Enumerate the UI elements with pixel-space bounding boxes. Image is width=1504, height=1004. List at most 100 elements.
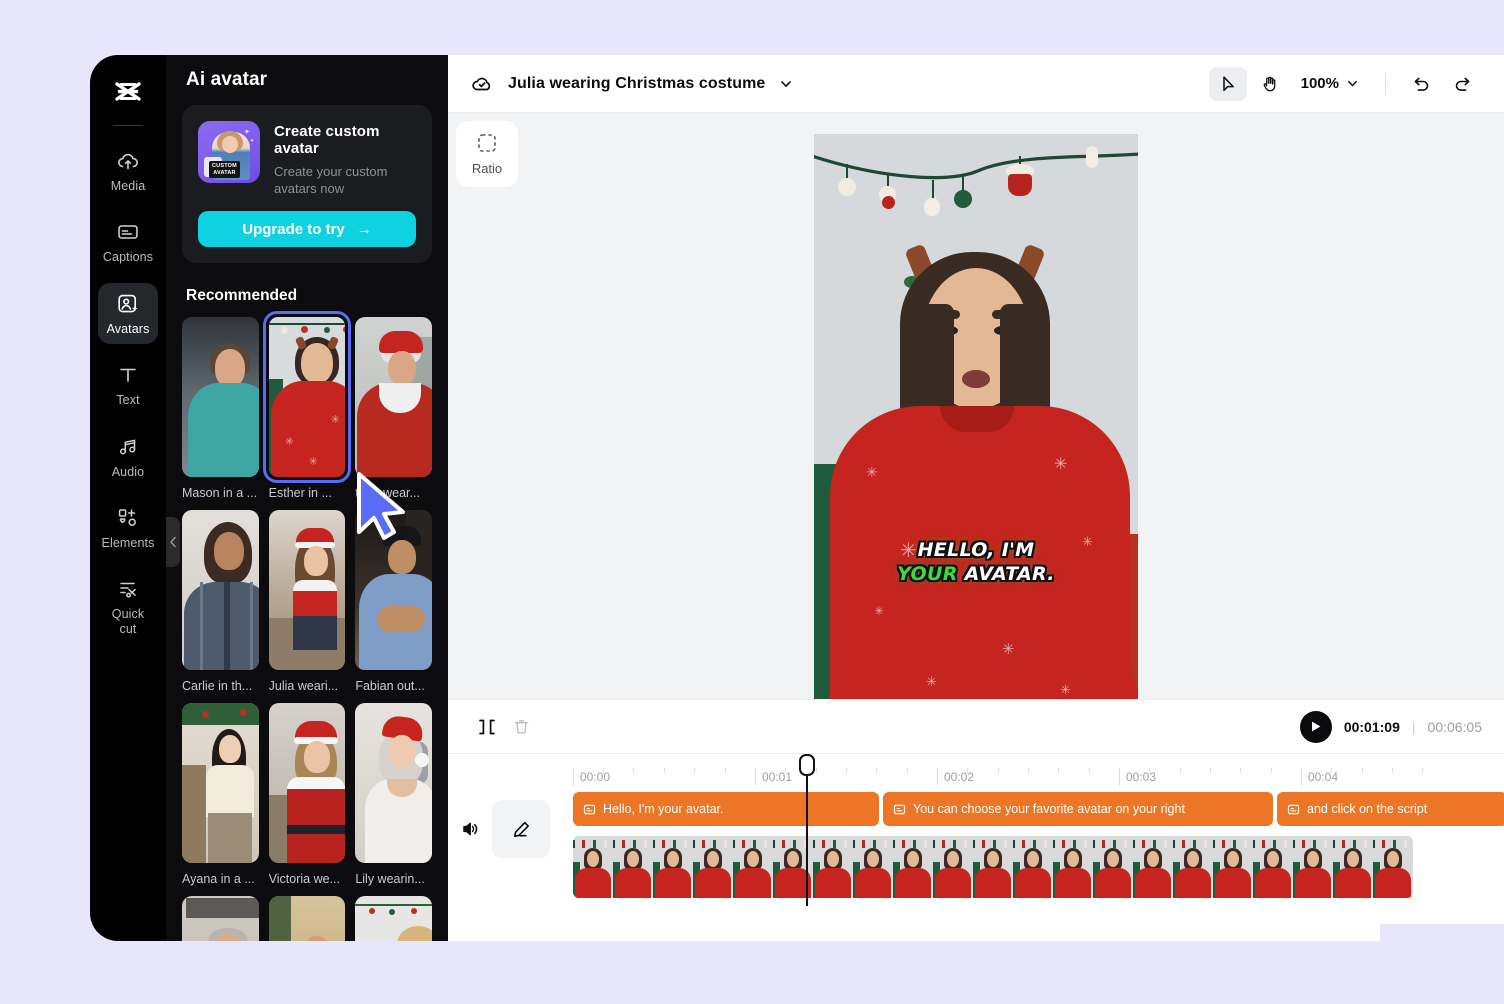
video-thumbnail-frame bbox=[1093, 836, 1133, 898]
avatar-card-fabian[interactable]: Fabian out... bbox=[355, 510, 432, 703]
crop-frame-icon bbox=[476, 132, 498, 154]
video-thumbnail-frame bbox=[1173, 836, 1213, 898]
hand-pan-tool-button[interactable] bbox=[1251, 67, 1289, 101]
video-thumbnail-frame bbox=[693, 836, 733, 898]
current-time: 00:01:09 bbox=[1344, 719, 1400, 735]
avatar-thumbnail bbox=[182, 703, 259, 863]
video-thumbnail-frame bbox=[1133, 836, 1173, 898]
video-thumbnail-frame bbox=[1053, 836, 1093, 898]
avatar-sparkle-icon bbox=[116, 292, 140, 316]
video-thumbnail-frame bbox=[653, 836, 693, 898]
avatar-grid: Mason in a ... bbox=[166, 317, 448, 941]
timeline-ruler[interactable]: 00:00 00:01 00:02 00:03 00:04 bbox=[573, 754, 1504, 792]
upgrade-button-label: Upgrade to try bbox=[242, 221, 345, 238]
toolbar-divider bbox=[1385, 73, 1386, 95]
play-icon bbox=[1310, 720, 1322, 733]
avatar-thumbnail bbox=[355, 510, 432, 670]
promo-heading: Create custom avatar bbox=[274, 123, 416, 157]
mouth-shape bbox=[962, 370, 990, 388]
avatar-card-partial-1[interactable] bbox=[182, 896, 259, 941]
play-button[interactable] bbox=[1300, 711, 1332, 743]
caption-highlight-word: YOUR bbox=[897, 563, 958, 585]
split-clip-icon bbox=[477, 717, 497, 737]
sidebar-item-audio[interactable]: Audio bbox=[98, 426, 158, 487]
avatar-card-esther[interactable]: ✳ ✳ ✳ Esther in ... bbox=[269, 317, 346, 510]
video-track[interactable] bbox=[573, 836, 1413, 898]
undo-button[interactable] bbox=[1402, 67, 1440, 101]
panel-title: Ai avatar bbox=[166, 55, 448, 103]
left-icon-rail: Media Captions Avatars bbox=[90, 55, 166, 941]
avatar-name: Ayana in a ... bbox=[182, 872, 259, 886]
video-thumbnail-frame bbox=[1013, 836, 1053, 898]
ratio-button[interactable]: Ratio bbox=[456, 121, 518, 187]
undo-icon bbox=[1410, 73, 1432, 95]
video-thumbnail-frame bbox=[733, 836, 773, 898]
caption-rest: AVATAR. bbox=[965, 563, 1055, 585]
sidebar-item-label: Quick cut bbox=[112, 607, 144, 636]
avatar-thumbnail bbox=[182, 510, 259, 670]
sidebar-item-text[interactable]: Text bbox=[98, 354, 158, 415]
cloud-check-icon[interactable] bbox=[470, 72, 494, 96]
avatar-card-ayana[interactable]: Ayana in a ... bbox=[182, 703, 259, 896]
speaker-icon bbox=[460, 819, 480, 839]
avatar-thumbnail bbox=[182, 317, 259, 477]
project-title-chevron-down-icon[interactable] bbox=[779, 77, 793, 91]
cloud-upload-icon bbox=[116, 149, 140, 173]
avatar-card-carlie[interactable]: Carlie in th... bbox=[182, 510, 259, 703]
video-preview[interactable]: ✳ ✳ ✳ ✳ ✳ ✳ ✳ ✳ HELLO, I'M YOUR AVATAR. bbox=[814, 134, 1138, 708]
sparkle-icon: ✦ bbox=[244, 128, 250, 136]
ruler-tick: 00:02 bbox=[937, 768, 974, 786]
upgrade-to-try-button[interactable]: Upgrade to try → bbox=[198, 211, 416, 247]
caption-line-2: YOUR AVATAR. bbox=[814, 562, 1138, 586]
timeline-body[interactable]: 00:00 00:01 00:02 00:03 00:04 bbox=[448, 754, 1504, 941]
avatar-thumbnail bbox=[269, 896, 346, 941]
avatar-face-shape bbox=[222, 136, 238, 153]
select-cursor-tool-button[interactable] bbox=[1209, 67, 1247, 101]
zoom-level-value: 100% bbox=[1301, 75, 1339, 92]
avatar-card-partial-3[interactable] bbox=[355, 896, 432, 941]
capcut-logo-icon[interactable] bbox=[108, 73, 148, 113]
zoom-level-control[interactable]: 100% bbox=[1301, 75, 1359, 92]
video-thumbnail-frame bbox=[813, 836, 853, 898]
split-clip-button[interactable] bbox=[470, 712, 504, 742]
mute-toggle-button[interactable] bbox=[448, 819, 492, 839]
timeline-tracks: Hello, I'm your avatar. You can choose y… bbox=[573, 792, 1504, 826]
avatar-thumbnail: ✳ ✳ ✳ bbox=[269, 317, 346, 477]
sidebar-item-quick-cut[interactable]: Quick cut bbox=[98, 568, 158, 644]
sidebar-item-label: Elements bbox=[102, 536, 155, 550]
edit-script-button[interactable] bbox=[492, 800, 550, 858]
sidebar-item-avatars[interactable]: Avatars bbox=[98, 283, 158, 344]
music-note-icon bbox=[116, 435, 140, 459]
avatar-thumbnail bbox=[355, 896, 432, 941]
delete-button[interactable] bbox=[504, 712, 538, 742]
avatar-thumbnail bbox=[269, 703, 346, 863]
avatar-name: Mason in a ... bbox=[182, 486, 259, 500]
redo-button[interactable] bbox=[1444, 67, 1482, 101]
text-clip-icon bbox=[1287, 803, 1300, 816]
video-thumbnail-frame bbox=[1373, 836, 1413, 898]
sidebar-item-media[interactable]: Media bbox=[98, 140, 158, 201]
editor-window: Media Captions Avatars bbox=[90, 55, 1504, 941]
sidebar-item-captions[interactable]: Captions bbox=[98, 211, 158, 272]
avatar-card-partial-2[interactable] bbox=[269, 896, 346, 941]
project-title: Julia wearing Christmas costume bbox=[508, 75, 765, 93]
video-thumbnail-frame bbox=[853, 836, 893, 898]
video-thumbnail-frame bbox=[1253, 836, 1293, 898]
avatar-card-victoria[interactable]: Victoria we... bbox=[269, 703, 346, 896]
video-caption-overlay[interactable]: HELLO, I'M YOUR AVATAR. bbox=[814, 538, 1138, 587]
video-thumbnail-frame bbox=[613, 836, 653, 898]
text-clip[interactable]: and click on the script bbox=[1277, 792, 1504, 826]
avatar-card-mason[interactable]: Mason in a ... bbox=[182, 317, 259, 510]
avatar-name: Esther in ... bbox=[269, 486, 346, 500]
avatar-card-julia[interactable]: Julia weari... bbox=[269, 510, 346, 703]
text-clip[interactable]: Hello, I'm your avatar. bbox=[573, 792, 879, 826]
avatar-card-lily[interactable]: Lily wearin... bbox=[355, 703, 432, 896]
sidebar-item-elements[interactable]: Elements bbox=[98, 497, 158, 558]
avatar-name: Lily wearin... bbox=[355, 872, 432, 886]
text-clip[interactable]: You can choose your favorite avatar on y… bbox=[883, 792, 1273, 826]
panel-collapse-handle[interactable] bbox=[166, 517, 180, 567]
avatar-card-nathan[interactable]: than wear... bbox=[355, 317, 432, 510]
total-time: 00:06:05 bbox=[1428, 719, 1483, 735]
ruler-tick: 00:01 bbox=[755, 768, 792, 786]
create-custom-avatar-card[interactable]: ✦ ✦ CUSTOM AVATAR Create custom avatar C… bbox=[182, 105, 432, 263]
